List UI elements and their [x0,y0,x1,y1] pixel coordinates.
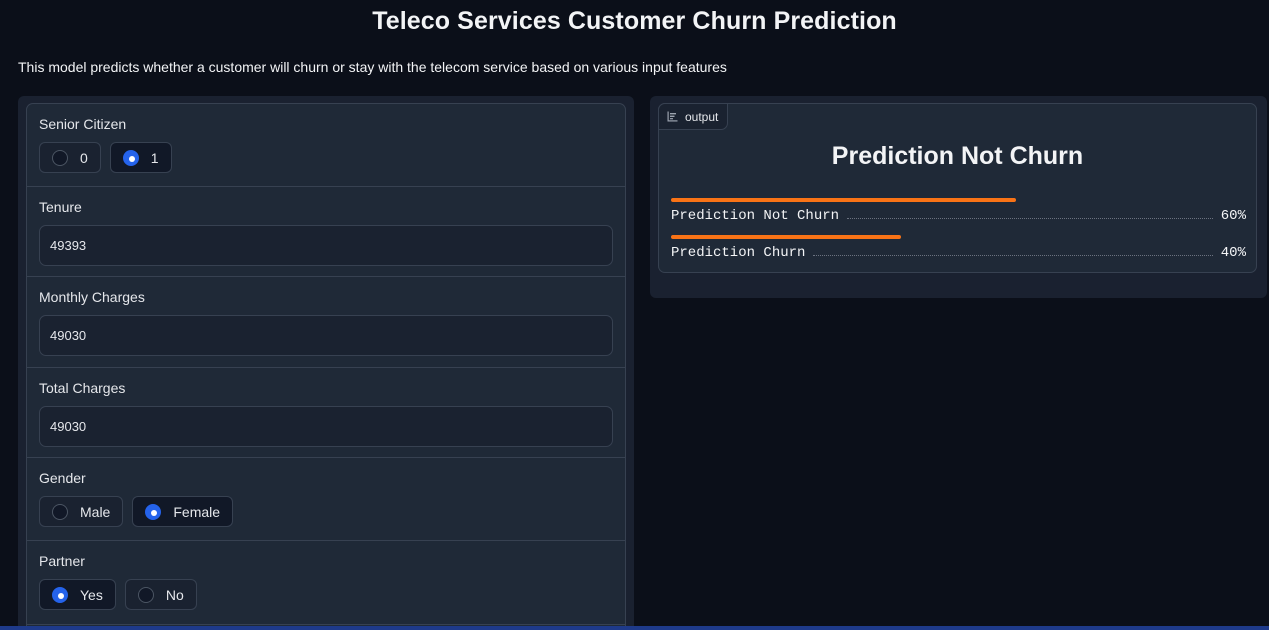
output-label-box: output Prediction Not Churn Prediction N… [658,103,1257,273]
page-description: This model predicts whether a customer w… [18,59,727,75]
senior-citizen-label: Senior Citizen [39,116,127,132]
radio-checked-icon[interactable] [52,586,68,603]
senior-citizen-option-label: 0 [80,149,88,166]
partner-option-label: Yes [80,586,103,603]
monthly-charges-group: Monthly Charges 49030 [27,277,625,368]
total-charges-label: Total Charges [39,380,126,396]
partner-label: Partner [39,553,85,569]
prediction-title: Prediction Not Churn [831,142,1084,170]
confidence-label: Prediction Not Churn [671,208,840,224]
gender-group: Gender Male Female [27,458,625,541]
senior-citizen-group: Senior Citizen 0 1 [27,104,625,187]
gender-option-label: Female [173,503,221,520]
gender-label: Gender [39,470,86,486]
dotted-leader [813,255,1213,256]
confidence-percent: 60% [1220,208,1246,224]
monthly-charges-input[interactable]: 49030 [39,315,613,356]
gender-option-male[interactable]: Male [39,496,124,527]
tenure-group: Tenure 49393 [27,187,625,277]
senior-citizen-option-label: 1 [150,149,159,166]
confidence-label: Prediction Churn [671,245,806,261]
radio-checked-icon[interactable] [122,149,139,166]
radio-unchecked-icon[interactable] [52,149,68,166]
confidence-bar [671,198,1016,202]
chart-bar-icon [667,111,678,122]
gender-option-female[interactable]: Female [132,496,234,527]
partner-option-label: No [165,586,184,603]
tenure-label: Tenure [39,199,82,215]
confidence-bar [671,235,901,239]
dotted-leader [847,218,1213,219]
output-panel: output Prediction Not Churn Prediction N… [650,96,1267,298]
output-tag: output [658,103,729,130]
total-charges-group: Total Charges 49030 [27,368,625,458]
monthly-charges-label: Monthly Charges [39,289,145,305]
senior-citizen-option-0[interactable]: 0 [39,142,101,173]
senior-citizen-option-1[interactable]: 1 [109,142,172,173]
gender-option-label: Male [80,503,111,520]
app-page: Teleco Services Customer Churn Predictio… [0,0,1269,630]
bottom-strip [0,626,1269,630]
radio-unchecked-icon[interactable] [52,503,68,520]
page-title: Teleco Services Customer Churn Predictio… [372,7,897,35]
partner-option-yes[interactable]: Yes [39,579,116,610]
confidence-row: Prediction Churn 40% [671,235,1246,261]
output-tag-label: output [685,109,719,124]
partner-group: Partner Yes No [27,541,625,625]
input-panel: Senior Citizen 0 1 Tenure 49393 Monthly … [18,96,634,630]
radio-checked-icon[interactable] [145,503,162,520]
confidence-row: Prediction Not Churn 60% [671,198,1246,224]
tenure-input[interactable]: 49393 [39,225,613,266]
input-form: Senior Citizen 0 1 Tenure 49393 Monthly … [26,103,626,630]
radio-unchecked-icon[interactable] [137,586,154,603]
confidence-percent: 40% [1220,245,1246,261]
total-charges-input[interactable]: 49030 [39,406,613,447]
partner-option-no[interactable]: No [124,579,197,610]
